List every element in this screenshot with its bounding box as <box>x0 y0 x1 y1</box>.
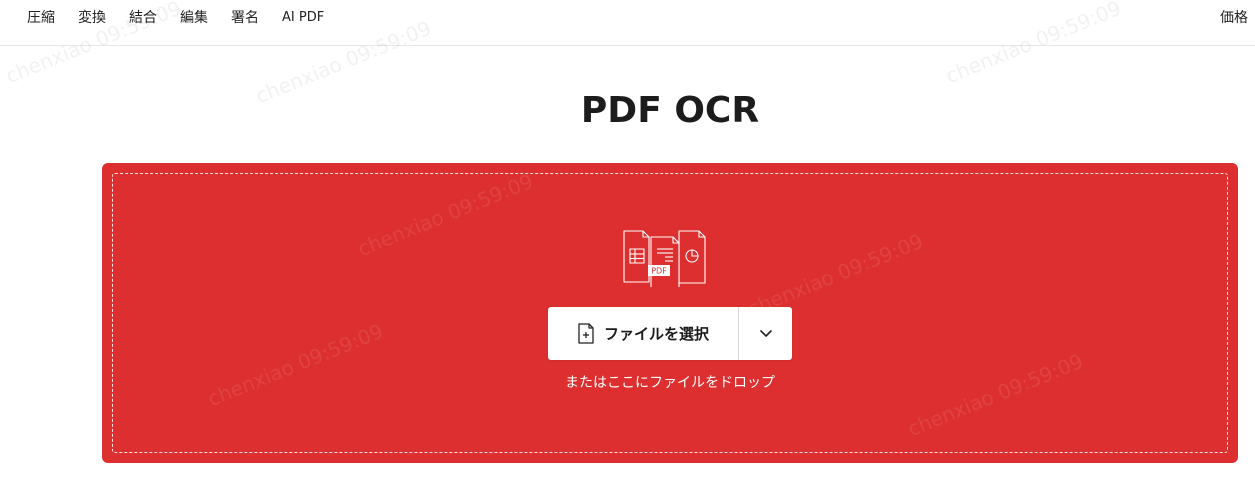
nav-item-compress[interactable]: 圧縮 <box>27 0 55 36</box>
file-dropzone[interactable]: PDF ファイルを選択 またはここにファイルをドロップ chenxiao 09:… <box>102 163 1238 463</box>
nav-item-merge[interactable]: 結合 <box>129 0 157 36</box>
page-title: PDF OCR <box>580 90 760 131</box>
file-select-group: ファイルを選択 <box>548 307 792 360</box>
nav-item-edit[interactable]: 編集 <box>180 0 208 36</box>
main-menu: 圧縮 変換 結合 編集 署名 AI PDF <box>27 0 324 36</box>
nav-item-ai-pdf[interactable]: AI PDF <box>282 0 324 36</box>
choose-file-label: ファイルを選択 <box>603 325 709 343</box>
choose-file-button[interactable]: ファイルを選択 <box>548 307 739 360</box>
chevron-down-icon <box>759 330 772 337</box>
pdf-badge-label: PDF <box>651 267 667 276</box>
nav-item-convert[interactable]: 変換 <box>78 0 106 36</box>
source-dropdown-toggle[interactable] <box>739 307 792 360</box>
top-navigation: 圧縮 変換 結合 編集 署名 AI PDF 価格 <box>0 0 1255 46</box>
files-illustration-icon: PDF <box>623 230 706 287</box>
file-add-icon <box>578 323 594 344</box>
nav-item-sign[interactable]: 署名 <box>231 0 259 36</box>
drop-hint-text: またはここにファイルをドロップ <box>565 375 775 391</box>
nav-item-pricing[interactable]: 価格 <box>1220 0 1248 36</box>
